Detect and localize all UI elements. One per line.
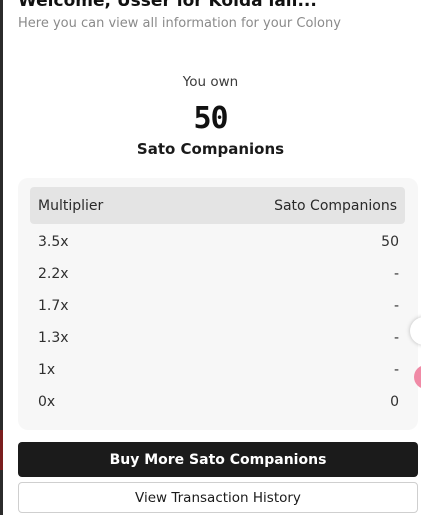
view-history-button[interactable]: View Transaction History [18, 482, 418, 513]
multiplier-cell: 1.3x [38, 330, 69, 346]
count-cell: - [393, 298, 399, 314]
multiplier-cell: 0x [38, 394, 56, 410]
table-row: 0x 0 [38, 386, 399, 418]
ownership-count: 50 [193, 101, 228, 136]
count-cell: - [393, 266, 399, 282]
column-header-companions: Sato Companions [274, 197, 397, 214]
buy-more-button[interactable]: Buy More Sato Companions [18, 442, 418, 477]
page-title: Welcome, Usser lor Kolda lall... [18, 0, 317, 11]
multiplier-cell: 1x [38, 362, 56, 378]
page-subtitle: Here you can view all information for yo… [18, 16, 341, 31]
window-edge-accent [0, 430, 3, 470]
ownership-label: You own [182, 74, 239, 90]
count-cell: 0 [390, 394, 399, 410]
ownership-item-name: Sato Companions [136, 140, 285, 158]
table-row: 1.3x - [38, 322, 399, 354]
table-row: 3.5x 50 [38, 226, 399, 258]
multiplier-table: Multiplier Sato Companions 3.5x 50 2.2x … [18, 178, 418, 430]
table-row: 1.7x - [38, 290, 399, 322]
column-header-multiplier: Multiplier [38, 197, 104, 214]
table-body: 3.5x 50 2.2x - 1.7x - 1.3x - 1x - 0x 0 [38, 226, 399, 418]
count-cell: - [393, 362, 399, 378]
multiplier-cell: 3.5x [38, 234, 69, 250]
table-header: Multiplier Sato Companions [30, 187, 405, 224]
table-row: 2.2x - [38, 258, 399, 290]
table-row: 1x - [38, 354, 399, 386]
count-cell: - [393, 330, 399, 346]
multiplier-cell: 1.7x [38, 298, 69, 314]
multiplier-cell: 2.2x [38, 266, 69, 282]
count-cell: 50 [381, 234, 399, 250]
